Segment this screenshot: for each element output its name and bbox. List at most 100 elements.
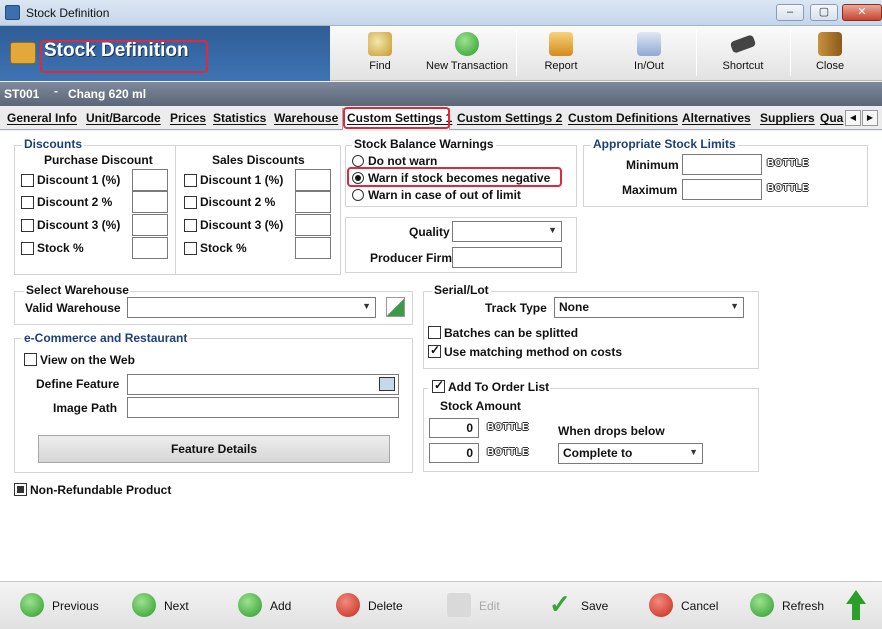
sales-stock-percent-field[interactable]	[295, 237, 331, 259]
tab-warehouse[interactable]: Warehouse	[274, 111, 338, 125]
restore-button[interactable]: ▢	[810, 4, 838, 21]
maximum-field[interactable]	[682, 179, 762, 200]
discounts-title: Discounts	[22, 137, 85, 151]
track-type-select[interactable]: None ▼	[554, 297, 744, 318]
sales-discount-3-checkbox[interactable]	[184, 219, 197, 232]
previous-button[interactable]: Previous	[20, 592, 100, 620]
tab-custom-settings-2[interactable]: Custom Settings 2	[457, 111, 562, 125]
purchase-stock-percent-checkbox[interactable]	[21, 242, 34, 255]
sales-stock-percent-label: Stock %	[200, 241, 247, 255]
define-feature-field[interactable]	[127, 374, 399, 395]
chevron-down-icon: ▼	[689, 447, 698, 457]
quality-select[interactable]: ▼	[452, 221, 562, 242]
save-button[interactable]: ✓ Save	[549, 589, 609, 620]
checkmark-icon: ✓	[549, 589, 571, 619]
tab-suppliers[interactable]: Suppliers	[760, 111, 815, 125]
purchase-discount-2-checkbox[interactable]	[21, 196, 34, 209]
purchase-discount-1-field[interactable]	[132, 169, 168, 191]
purchase-discount-3-label: Discount 3 (%)	[37, 218, 121, 232]
cancel-button[interactable]: Cancel	[649, 592, 719, 620]
tab-quality-partial[interactable]: Qua	[820, 111, 843, 125]
close-button[interactable]: Close	[798, 26, 862, 80]
tab-statistics[interactable]: Statistics	[213, 111, 266, 125]
matching-method-label: Use matching method on costs	[444, 345, 623, 359]
window-titlebar: Stock Definition – ▢ ✕	[0, 0, 882, 26]
close-window-button[interactable]: ✕	[842, 4, 882, 21]
app-icon	[5, 5, 20, 20]
in-out-button[interactable]: In/Out	[618, 26, 680, 80]
find-button[interactable]: Find	[350, 26, 410, 80]
purchase-discount-2-field[interactable]	[132, 191, 168, 213]
scroll-top-arrow-icon[interactable]	[846, 590, 866, 620]
feature-details-button[interactable]: Feature Details	[38, 435, 390, 463]
report-icon	[549, 32, 573, 56]
add-to-order-list-label: Add To Order List	[448, 380, 550, 394]
quality-label: Quality	[409, 225, 450, 239]
minimize-button[interactable]: –	[776, 4, 804, 21]
sales-discount-2-field[interactable]	[295, 191, 331, 213]
report-button[interactable]: Report	[530, 26, 592, 80]
tab-custom-definitions[interactable]: Custom Definitions	[568, 111, 678, 125]
view-on-web-label: View on the Web	[40, 353, 135, 367]
browse-icon[interactable]	[379, 377, 395, 391]
purchase-discount-header: Purchase Discount	[44, 153, 153, 167]
shortcut-button[interactable]: Shortcut	[710, 26, 776, 80]
new-transaction-button[interactable]: New Transaction	[422, 26, 512, 80]
sales-discount-3-field[interactable]	[295, 214, 331, 236]
tab-scroll-left-icon[interactable]: ◀	[845, 110, 861, 126]
balance-warnings-title: Stock Balance Warnings	[352, 137, 496, 151]
minimum-field[interactable]	[682, 154, 762, 175]
warehouse-picker-icon[interactable]	[386, 297, 405, 317]
view-on-web-checkbox[interactable]	[24, 353, 37, 366]
define-feature-label: Define Feature	[36, 377, 120, 391]
complete-to-select[interactable]: Complete to ▼	[558, 443, 703, 464]
image-path-field[interactable]	[127, 397, 399, 418]
tab-unit-barcode[interactable]: Unit/Barcode	[86, 111, 161, 125]
sales-stock-percent-checkbox[interactable]	[184, 242, 197, 255]
producer-firm-field[interactable]	[452, 247, 562, 268]
radio-warn-out-of-limit-label: Warn in case of out of limit	[368, 188, 521, 202]
tab-prices[interactable]: Prices	[170, 111, 206, 125]
radio-do-not-warn[interactable]	[352, 155, 364, 167]
add-button[interactable]: Add	[238, 592, 298, 620]
stock-code: ST001	[4, 87, 40, 101]
purchase-discount-3-checkbox[interactable]	[21, 219, 34, 232]
discounts-divider	[175, 145, 176, 275]
stock-amount-label: Stock Amount	[440, 399, 521, 413]
producer-firm-label: Producer Firm	[370, 251, 453, 265]
tab-general-info[interactable]: General Info	[7, 111, 77, 125]
toolbar: Find New Transaction Report In/Out Short…	[330, 26, 882, 81]
purchase-stock-percent-field[interactable]	[132, 237, 168, 259]
add-to-order-list-checkbox[interactable]	[432, 378, 445, 393]
record-separator: -	[54, 84, 58, 98]
sales-discount-1-field[interactable]	[295, 169, 331, 191]
edit-button[interactable]: Edit	[447, 592, 507, 620]
next-button[interactable]: Next	[132, 592, 202, 620]
stock-amount-field-2[interactable]: 0	[429, 443, 479, 463]
non-refundable-label: Non-Refundable Product	[30, 483, 172, 497]
sales-discount-2-checkbox[interactable]	[184, 196, 197, 209]
refresh-button[interactable]: Refresh	[750, 592, 830, 620]
chevron-down-icon: ▼	[730, 301, 739, 311]
radio-warn-out-of-limit[interactable]	[352, 189, 364, 201]
tab-content: Discounts Purchase Discount Sales Discou…	[0, 131, 882, 581]
form-header: Stock Definition	[0, 26, 330, 81]
tab-alternatives[interactable]: Alternatives	[682, 111, 751, 125]
cancel-x-icon	[649, 593, 673, 617]
batches-splitted-checkbox[interactable]	[428, 326, 441, 339]
sales-discount-1-checkbox[interactable]	[184, 174, 197, 187]
find-icon	[368, 32, 392, 56]
stock-box-icon	[10, 42, 36, 64]
radio-do-not-warn-label: Do not warn	[368, 154, 438, 168]
non-refundable-checkbox[interactable]	[14, 483, 27, 496]
tab-scroll-right-icon[interactable]: ▶	[862, 110, 878, 126]
minimum-label: Minimum	[626, 158, 679, 172]
purchase-discount-1-checkbox[interactable]	[21, 174, 34, 187]
warn-negative-highlight	[347, 167, 562, 187]
stock-amount-field-1[interactable]: 0	[429, 418, 479, 438]
valid-warehouse-select[interactable]: ▼	[127, 297, 376, 318]
batches-splitted-label: Batches can be splitted	[444, 326, 579, 340]
delete-button[interactable]: Delete	[336, 592, 406, 620]
matching-method-checkbox[interactable]	[428, 343, 441, 358]
purchase-discount-3-field[interactable]	[132, 214, 168, 236]
